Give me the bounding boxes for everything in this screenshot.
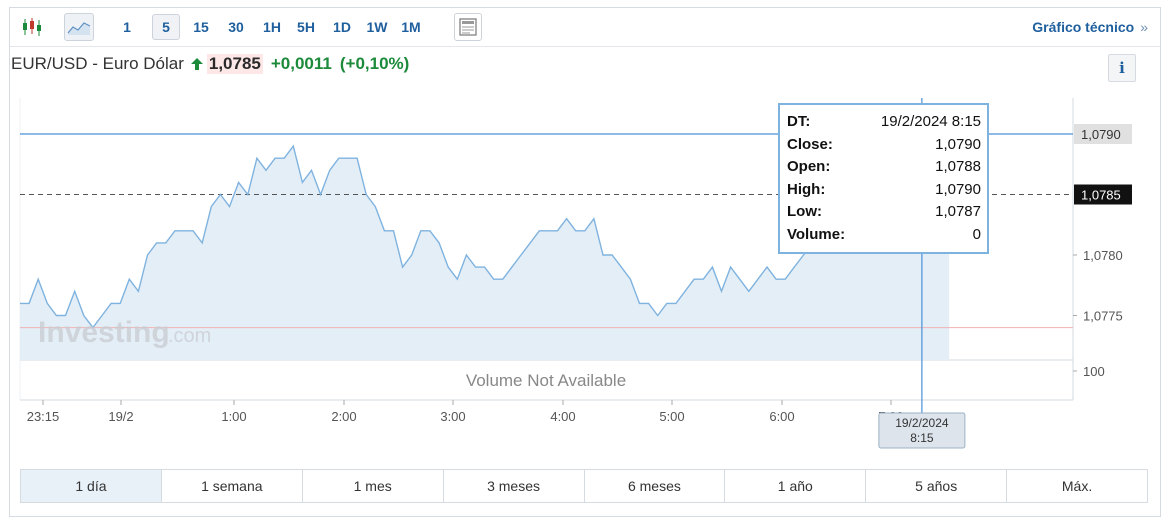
range-button[interactable]: 6 meses: [585, 470, 726, 502]
investing-watermark: Investing: [38, 316, 170, 349]
x-tick-label: 6:00: [769, 409, 794, 424]
crosshair-time-label: 8:15: [910, 431, 934, 445]
y-tick-label: 1,0780: [1083, 248, 1123, 263]
tooltip-label: High:: [787, 180, 826, 198]
range-button[interactable]: 1 mes: [303, 470, 444, 502]
tooltip-row: Close: 1,0790: [787, 134, 981, 157]
volume-not-available-label: Volume Not Available: [466, 371, 626, 390]
tooltip-value: 1,0787: [935, 203, 981, 220]
tooltip-row: Low: 1,0787: [787, 201, 981, 224]
x-tick-label: 23:15: [27, 409, 60, 424]
tooltip-label: Open:: [787, 158, 831, 175]
tooltip-label: Close:: [787, 135, 833, 153]
range-button[interactable]: 3 meses: [444, 470, 585, 502]
tooltip-value: 1,0788: [935, 158, 981, 175]
x-tick-label: 19/2: [108, 409, 133, 424]
x-tick-label: 1:00: [221, 409, 246, 424]
x-tick-label: 4:00: [550, 409, 575, 424]
range-button[interactable]: 1 año: [725, 470, 867, 502]
tooltip-row: High: 1,0790: [787, 179, 981, 202]
tooltip-row: Volume: 0: [787, 224, 981, 247]
tooltip-row: DT: 19/2/2024 8:15: [787, 111, 981, 134]
range-button[interactable]: 1 día: [21, 470, 162, 502]
crosshair-value-label: 1,0790: [1081, 127, 1121, 142]
volume-tick-label: 100: [1083, 364, 1105, 379]
range-button[interactable]: 1 semana: [162, 470, 303, 502]
last-price-label: 1,0785: [1081, 188, 1121, 203]
price-chart[interactable]: Investing.com 1,0780 1,0775 1,0790 1,0785 100…: [0, 0, 1171, 470]
tooltip-value: 19/2/2024 8:15: [880, 113, 981, 130]
investing-watermark-suffix: .com: [168, 325, 211, 347]
tooltip-value: 1,0790: [935, 180, 981, 198]
tooltip-value: 0: [972, 225, 981, 243]
tooltip-row: Open: 1,0788: [787, 156, 981, 179]
tooltip-label: Low:: [787, 203, 822, 220]
range-selector: 1 día 1 semana 1 mes 3 meses 6 meses 1 año 5 a…: [20, 469, 1148, 503]
tooltip-label: Volume:: [787, 225, 846, 243]
range-button[interactable]: 5 años: [866, 470, 1008, 502]
x-tick-label: 5:00: [659, 409, 684, 424]
data-tooltip: DT: 19/2/2024 8:15 Close: 1,0790 Open: 1,0788…: [778, 103, 989, 254]
tooltip-value: 1,0790: [935, 135, 981, 153]
crosshair-date-label: 19/2/2024: [895, 416, 949, 430]
y-tick-label: 1,0775: [1083, 309, 1123, 324]
range-button[interactable]: Máx.: [1007, 470, 1147, 502]
x-tick-label: 3:00: [440, 409, 465, 424]
x-tick-label: 2:00: [331, 409, 356, 424]
tooltip-label: DT:: [787, 113, 811, 130]
